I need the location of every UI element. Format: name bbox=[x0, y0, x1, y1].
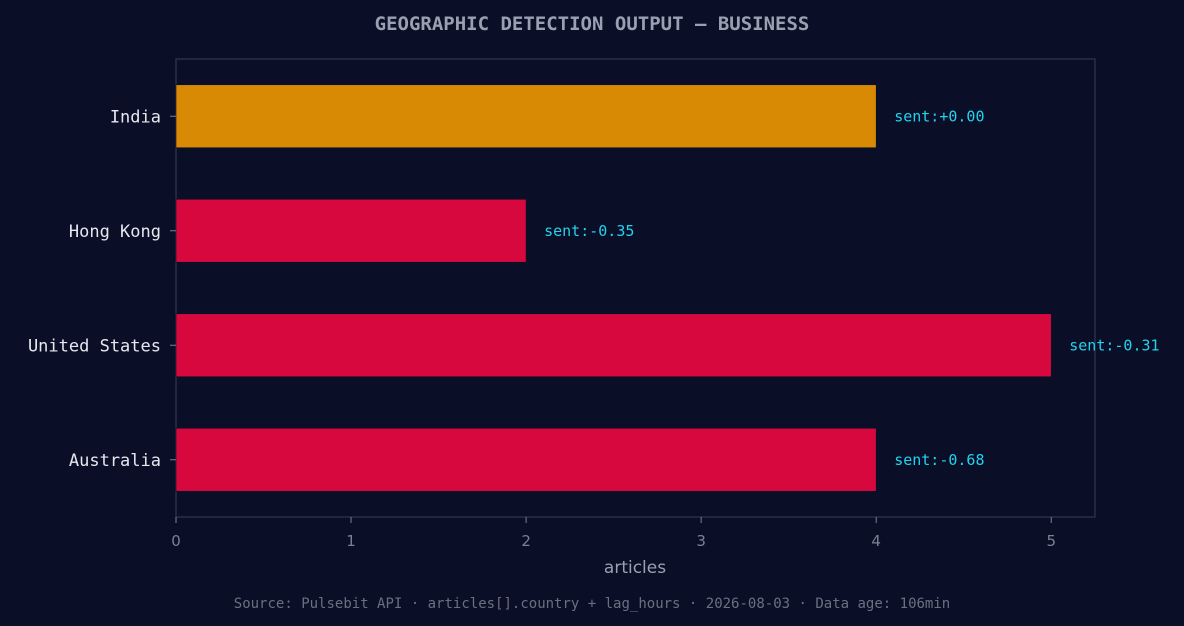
data-label: sent:-0.31 bbox=[1069, 336, 1159, 354]
x-tick-label: 3 bbox=[696, 532, 706, 550]
category-label: Hong Kong bbox=[69, 222, 161, 242]
x-tick-label: 2 bbox=[521, 532, 531, 550]
footer-source: Source: Pulsebit API · articles[].countr… bbox=[234, 596, 950, 612]
bar-united-states bbox=[175, 313, 1052, 378]
category-label: India bbox=[110, 107, 161, 127]
category-label: United States bbox=[28, 336, 161, 356]
geographic-bar-chart: GEOGRAPHIC DETECTION OUTPUT — BUSINESS I… bbox=[0, 0, 1184, 626]
bar-india bbox=[175, 84, 877, 149]
x-tick-label: 0 bbox=[171, 532, 181, 550]
data-label: sent:-0.35 bbox=[544, 222, 634, 240]
x-tick-label: 5 bbox=[1046, 532, 1056, 550]
x-tick-label: 4 bbox=[871, 532, 881, 550]
x-axis-label: articles bbox=[604, 558, 666, 578]
data-label: sent:+0.00 bbox=[894, 107, 984, 125]
x-tick-label: 1 bbox=[346, 532, 356, 550]
bar-australia bbox=[175, 427, 877, 492]
bar-hong-kong bbox=[175, 198, 527, 263]
data-label: sent:-0.68 bbox=[894, 451, 984, 469]
chart-title: GEOGRAPHIC DETECTION OUTPUT — BUSINESS bbox=[375, 13, 810, 35]
category-label: Australia bbox=[69, 451, 161, 471]
